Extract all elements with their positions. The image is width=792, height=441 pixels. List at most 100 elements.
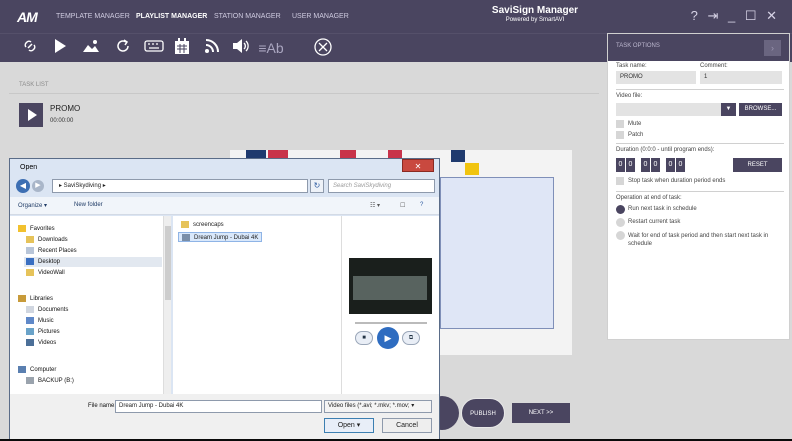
organize-button[interactable]: Organize ▾ — [18, 202, 47, 209]
volume-icon[interactable] — [230, 38, 252, 59]
run-next-radio[interactable] — [616, 205, 625, 214]
task-options-panel: TASK OPTIONS › Task name: Comment: PROMO… — [607, 33, 790, 340]
nav-label: Music — [38, 318, 54, 324]
nav-favorites[interactable]: Favorites — [16, 224, 55, 234]
divider — [616, 143, 784, 144]
file-label: Dream Jump - Dubai 4K — [194, 235, 259, 241]
video-file-icon — [182, 233, 190, 241]
scrollbar[interactable] — [163, 216, 171, 394]
comment-label: Comment: — [700, 63, 728, 69]
play-icon[interactable] — [50, 38, 70, 59]
end-operation-label: Operation at end of task: — [616, 195, 682, 201]
patch-checkbox[interactable] — [616, 131, 624, 139]
next-button[interactable]: NEXT >> — [512, 403, 570, 423]
task-play-button[interactable] — [19, 103, 43, 127]
nav-videowall[interactable]: VideoWall — [24, 268, 65, 278]
wait-radio[interactable] — [616, 231, 625, 240]
restart-radio[interactable] — [616, 218, 625, 227]
text-icon[interactable]: ≡Ab — [257, 38, 285, 59]
fullscreen-icon[interactable]: ⧉ — [402, 331, 420, 345]
duration-digit[interactable]: 0 — [651, 158, 660, 172]
pictures-icon — [26, 327, 34, 335]
duration-digit[interactable]: 0 — [641, 158, 650, 172]
close-icon[interactable]: ✕ — [402, 159, 434, 172]
forward-icon[interactable]: ▶ — [32, 180, 44, 192]
refresh-icon[interactable] — [113, 38, 133, 59]
seek-bar[interactable] — [355, 322, 427, 324]
nav-recent-places[interactable]: Recent Places — [24, 246, 77, 256]
duration-digit[interactable]: 0 — [676, 158, 685, 172]
search-input[interactable]: Search SaviSkydiving — [328, 179, 435, 193]
duration-digit[interactable]: 0 — [626, 158, 635, 172]
video-zone[interactable] — [440, 177, 554, 329]
file-name-input[interactable]: Dream Jump - Dubai 4K — [115, 400, 322, 413]
stop-icon[interactable]: ■ — [355, 331, 373, 345]
nav-desktop[interactable]: Desktop — [24, 257, 162, 267]
browse-button[interactable]: BROWSE... — [739, 103, 782, 116]
list-item[interactable]: screencaps — [178, 220, 227, 230]
task-name[interactable]: PROMO — [50, 104, 80, 113]
nav-libraries[interactable]: Libraries — [16, 294, 53, 304]
list-item[interactable]: Dream Jump - Dubai 4K — [178, 232, 263, 242]
play-icon[interactable]: ▶ — [377, 327, 399, 349]
nav-label: VideoWall — [38, 270, 65, 276]
refresh-icon[interactable]: ↻ — [310, 179, 324, 193]
video-file-field[interactable] — [616, 103, 721, 116]
duration-digit[interactable]: 0 — [666, 158, 675, 172]
link-icon[interactable] — [20, 38, 40, 59]
nav-videos[interactable]: Videos — [24, 338, 56, 348]
duration-digit[interactable]: 0 — [616, 158, 625, 172]
publish-button[interactable]: PUBLISH — [461, 398, 505, 428]
dialog-title: Open — [20, 164, 38, 171]
preview-pane-icon[interactable]: ☐ — [400, 202, 405, 209]
help-icon[interactable]: ? — [420, 202, 423, 208]
nav-backup-drive[interactable]: BACKUP (B:) — [24, 376, 74, 386]
nav-label: BACKUP (B:) — [38, 378, 74, 384]
chevron-right-icon[interactable]: › — [764, 40, 781, 56]
keyboard-icon[interactable] — [142, 38, 166, 59]
window-controls[interactable]: ? ⇥ _ ☐ ✕ — [691, 8, 780, 24]
video-file-label: Video file: — [616, 93, 643, 99]
nav-label: Downloads — [38, 237, 68, 243]
tab-user-manager[interactable]: USER MANAGER — [282, 0, 359, 33]
comment-field[interactable]: 1 — [700, 71, 782, 84]
new-folder-button[interactable]: New folder — [74, 202, 103, 208]
nav-computer[interactable]: Computer — [16, 365, 56, 375]
patch-label: Patch — [628, 132, 644, 138]
tab-station-manager[interactable]: STATION MANAGER — [204, 0, 291, 33]
cancel-button[interactable]: Cancel — [382, 418, 432, 433]
restart-label: Restart current task — [628, 219, 681, 225]
nav-label: Desktop — [38, 259, 61, 265]
reset-button[interactable]: RESET — [733, 158, 782, 172]
mute-checkbox[interactable] — [616, 120, 624, 128]
calendar-icon[interactable] — [172, 38, 192, 59]
app-logo: AM — [17, 9, 38, 25]
cancel-icon[interactable] — [312, 38, 334, 59]
nav-downloads[interactable]: Downloads — [24, 235, 68, 245]
nav-music[interactable]: Music — [24, 316, 54, 326]
open-button[interactable]: Open ▾ — [324, 418, 374, 433]
open-label: Open — [337, 422, 355, 429]
image-icon[interactable] — [80, 38, 102, 59]
color-swatch — [465, 163, 479, 175]
divider — [616, 89, 784, 90]
address-bar[interactable]: ▸ SaviSkydiving ▸ — [52, 179, 308, 193]
library-icon — [18, 294, 26, 302]
view-icon[interactable]: ☷ ▾ — [370, 202, 380, 209]
rss-icon[interactable] — [202, 38, 222, 59]
back-icon[interactable]: ◀ — [16, 179, 30, 193]
stop-task-checkbox[interactable] — [616, 177, 624, 185]
chevron-down-icon[interactable]: ▼ — [721, 103, 736, 116]
nav-documents[interactable]: Documents — [24, 305, 68, 315]
scrollbar-thumb[interactable] — [165, 226, 171, 300]
file-type-select[interactable]: Video files (*.avi; *.mkv; *.mov; ▾ — [324, 400, 432, 413]
task-list-label: TASK LIST — [19, 82, 49, 88]
nav-label: Documents — [38, 307, 69, 313]
divider — [9, 93, 599, 94]
task-name-field[interactable]: PROMO — [616, 71, 696, 84]
app-title: SaviSign Manager — [491, 5, 579, 16]
nav-label: Pictures — [38, 329, 60, 335]
nav-pictures[interactable]: Pictures — [24, 327, 60, 337]
open-file-dialog: Open ✕ ◀ ▶ ▸ SaviSkydiving ▸ ↻ Search Sa… — [9, 158, 440, 439]
desktop-icon — [26, 257, 34, 265]
